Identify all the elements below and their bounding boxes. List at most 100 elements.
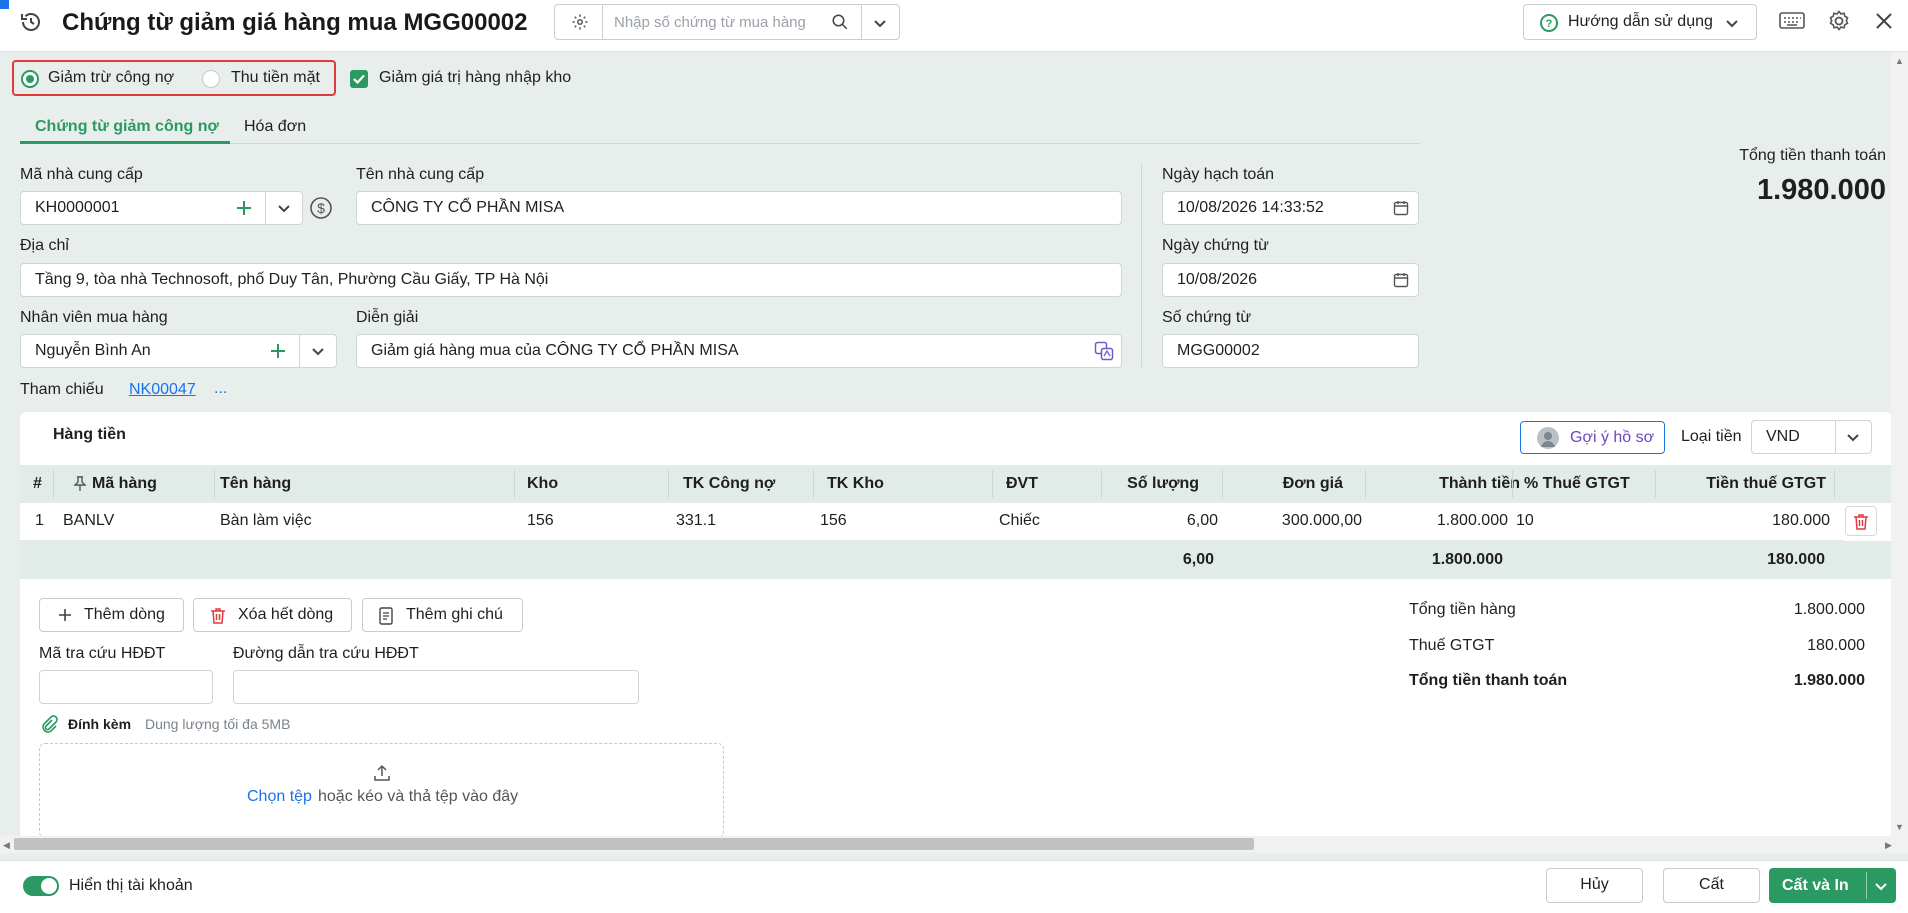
voucher-no-field[interactable]: MGG00002	[1162, 334, 1419, 368]
supplier-chevron-down-icon[interactable]	[276, 200, 292, 216]
cell-warehouse[interactable]: 156	[527, 503, 554, 539]
radio-thu-tien-mat-label[interactable]: Thu tiền mặt	[231, 69, 320, 87]
address-field[interactable]: Tầng 9, tòa nhà Technosoft, phố Duy Tân,…	[20, 263, 1122, 297]
horizontal-scrollbar-thumb[interactable]	[14, 838, 1254, 850]
checkbox-giam-gia-tri-hang-nhap-kho[interactable]	[350, 70, 368, 88]
cell-debt-account[interactable]: 331.1	[676, 503, 716, 539]
search-dropdown-chevron-icon[interactable]	[872, 15, 888, 31]
employee-field[interactable]: Nguyễn Bình An	[20, 334, 337, 368]
field-separator	[265, 192, 266, 224]
avatar	[1537, 427, 1559, 449]
currency-chevron-down-icon[interactable]	[1845, 429, 1861, 445]
close-icon[interactable]	[1875, 12, 1893, 30]
scroll-down-arrow-icon[interactable]: ▼	[1895, 822, 1904, 832]
cell-price[interactable]: 300.000,00	[1223, 503, 1362, 539]
search-icon[interactable]	[831, 13, 849, 31]
col-header-qty: Số lượng	[1127, 475, 1199, 492]
supplier-code-field[interactable]: KH0000001	[20, 191, 303, 225]
radio-thu-tien-mat[interactable]	[202, 70, 220, 88]
reference-link[interactable]: NK00047	[129, 381, 196, 399]
help-circle-icon: ?	[1540, 14, 1558, 32]
voucher-search[interactable]: Nhập số chứng từ mua hàng	[554, 4, 900, 40]
show-accounts-label[interactable]: Hiển thị tài khoản	[69, 877, 193, 895]
scroll-right-arrow-icon[interactable]: ▶	[1885, 840, 1892, 851]
cell-name[interactable]: Bàn làm việc	[220, 503, 312, 539]
add-row-button[interactable]: Thêm dòng	[39, 598, 184, 632]
delete-row-button[interactable]	[1845, 506, 1877, 536]
description-field[interactable]: Giảm giá hàng mua của CÔNG TY CỔ PHẦN MI…	[356, 334, 1122, 368]
voucher-date-value: 10/08/2026	[1177, 271, 1258, 288]
scroll-up-arrow-icon[interactable]: ▲	[1895, 56, 1904, 66]
choose-file-link[interactable]: Chọn tệp	[247, 788, 312, 806]
suggest-records-button[interactable]: Gợi ý hồ sơ	[1520, 421, 1665, 454]
gear-icon[interactable]	[1827, 9, 1851, 33]
tab-chung-tu-giam-cong-no[interactable]: Chứng từ giảm công nợ	[35, 118, 219, 136]
supplier-name-field[interactable]: CÔNG TY CỔ PHẦN MISA	[356, 191, 1122, 225]
attach-limit: Dung lượng tối đa 5MB	[145, 716, 291, 732]
keyboard-icon[interactable]	[1779, 11, 1805, 31]
total-payment-label: Tổng tiền thanh toán	[1739, 147, 1886, 164]
save-button[interactable]: Cất	[1663, 868, 1760, 903]
note-icon	[379, 607, 393, 625]
cancel-button[interactable]: Hủy	[1546, 868, 1643, 903]
supplier-name-label: Tên nhà cung cấp	[356, 166, 485, 183]
add-employee-plus-icon[interactable]	[270, 343, 286, 359]
window-corner-marker	[0, 0, 9, 9]
col-header-debt-account: TK Công nợ	[683, 475, 776, 492]
cell-qty[interactable]: 6,00	[1102, 503, 1218, 539]
dollar-circle-icon[interactable]: $	[309, 196, 333, 220]
col-header-warehouse: Kho	[527, 475, 559, 492]
search-settings-icon[interactable]	[571, 13, 589, 31]
total-payment-value: 1.980.000	[1756, 174, 1886, 206]
add-note-button[interactable]: Thêm ghi chú	[362, 598, 523, 632]
calendar-icon[interactable]	[1393, 200, 1409, 216]
pin-icon[interactable]	[73, 476, 87, 492]
field-separator	[299, 335, 300, 367]
radio-giam-tru-cong-no[interactable]	[21, 70, 39, 88]
delete-all-rows-button[interactable]: Xóa hết dòng	[193, 598, 352, 632]
add-supplier-plus-icon[interactable]	[236, 200, 252, 216]
total-vat: 180.000	[1767, 551, 1825, 568]
radio-giam-tru-cong-no-label[interactable]: Giảm trừ công nợ	[48, 69, 174, 87]
col-header-amount: Thành tiền	[1439, 475, 1520, 492]
col-header-price: Đơn giá	[1282, 475, 1343, 492]
cell-vat-rate[interactable]: 10	[1516, 503, 1534, 539]
add-note-label: Thêm ghi chú	[406, 606, 503, 623]
cell-amount[interactable]: 1.800.000	[1366, 503, 1508, 539]
vertical-scrollbar[interactable]	[1891, 52, 1908, 836]
reference-more[interactable]: ...	[214, 380, 227, 398]
lookup-url-input[interactable]	[233, 670, 639, 704]
address-label: Địa chỉ	[20, 237, 69, 254]
tabs-divider	[20, 143, 1420, 144]
help-dropdown[interactable]: ? Hướng dẫn sử dụng	[1523, 4, 1757, 40]
voucher-date-field[interactable]: 10/08/2026	[1162, 263, 1419, 297]
tab-hoa-don[interactable]: Hóa đơn	[244, 118, 306, 136]
employee-label: Nhân viên mua hàng	[20, 309, 168, 326]
tab-active-underline	[20, 141, 230, 144]
scroll-left-arrow-icon[interactable]: ◀	[3, 840, 10, 851]
section-title-hang-tien: Hàng tiền	[53, 426, 126, 443]
checkbox-label[interactable]: Giảm giá trị hàng nhập kho	[379, 69, 571, 87]
history-icon[interactable]	[19, 10, 43, 34]
translate-icon[interactable]	[1094, 341, 1114, 361]
vat-total-label: Thuế GTGT	[1409, 637, 1495, 654]
voucher-date-label: Ngày chứng từ	[1162, 237, 1269, 254]
col-separator	[668, 470, 669, 498]
plus-icon	[58, 608, 72, 622]
employee-chevron-down-icon[interactable]	[310, 343, 326, 359]
show-accounts-toggle[interactable]	[23, 876, 59, 896]
col-separator	[1834, 470, 1835, 498]
cell-vat[interactable]: 180.000	[1656, 503, 1830, 539]
col-header-vat-rate: % Thuế GTGT	[1524, 475, 1630, 492]
save-options-chevron-down-icon[interactable]	[1873, 878, 1889, 894]
save-and-print-label: Cất và In	[1782, 877, 1849, 894]
file-dropzone[interactable]: Chọn tệp hoặc kéo và thả tệp vào đây	[39, 743, 724, 838]
search-input[interactable]: Nhập số chứng từ mua hàng	[614, 14, 806, 31]
cell-code[interactable]: BANLV	[63, 503, 114, 539]
cell-unit[interactable]: Chiếc	[999, 503, 1040, 539]
save-and-print-button[interactable]: Cất và In	[1769, 868, 1896, 903]
cell-stock-account[interactable]: 156	[820, 503, 847, 539]
posting-date-field[interactable]: 10/08/2026 14:33:52	[1162, 191, 1419, 225]
lookup-code-input[interactable]	[39, 670, 213, 704]
calendar-icon[interactable]	[1393, 272, 1409, 288]
